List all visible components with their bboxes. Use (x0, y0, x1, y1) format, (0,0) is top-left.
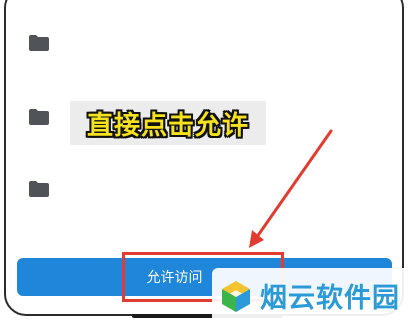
screenshot-stage: 直接点击允许 允许访问 烟云软件园 (0, 0, 411, 323)
folder-icon (29, 181, 49, 197)
folder-icon (29, 109, 49, 125)
folder-row-1[interactable] (28, 34, 68, 64)
instruction-caption: 直接点击允许 (70, 101, 266, 145)
watermark: 烟云软件园 (212, 268, 411, 323)
folder-row-3[interactable] (28, 180, 68, 210)
watermark-text: 烟云软件园 (260, 283, 400, 314)
folder-icon (29, 35, 49, 51)
folder-row-2[interactable] (28, 108, 68, 138)
cube-logo-icon (222, 280, 250, 312)
